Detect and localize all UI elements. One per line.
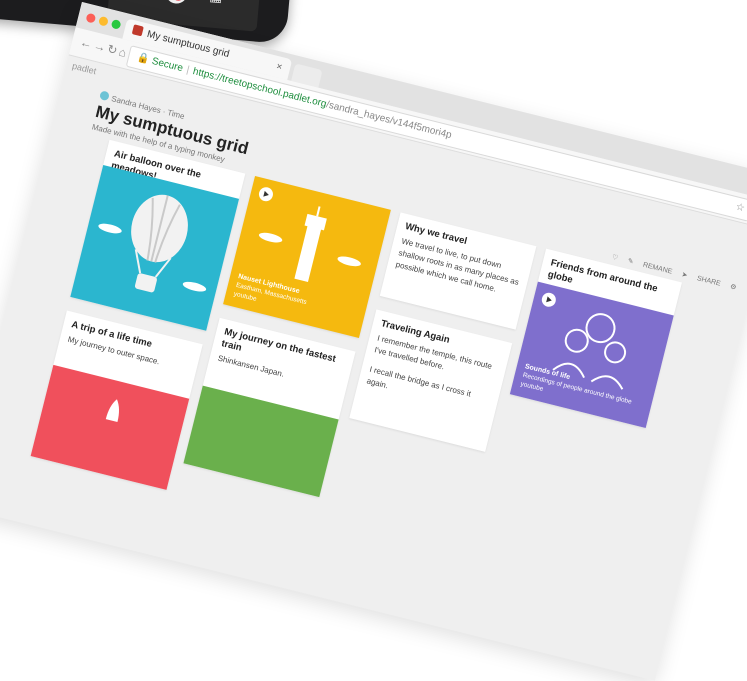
card-traveling-again[interactable]: Traveling Again I remember the temple, t… — [349, 309, 513, 452]
card-balloon[interactable]: Air balloon over the meadows! — [70, 139, 246, 331]
share-button[interactable]: ➤ SHARE — [681, 271, 721, 287]
gallery-icon[interactable]: ▦ — [209, 0, 224, 6]
card-why-we-travel[interactable]: Why we travel We travel to live, to put … — [379, 212, 537, 330]
forward-icon[interactable]: → — [92, 38, 107, 54]
card-lighthouse[interactable]: Nauset Lighthouse Eastham, Massachusetts… — [223, 176, 391, 338]
shutter-button[interactable] — [164, 0, 189, 5]
browser-window: My sumptuous grid × ← → ↻ ⌂ 🔒 Secure|htt… — [0, 2, 747, 681]
gear-icon[interactable]: ⚙ — [729, 283, 737, 291]
tab-close-icon[interactable]: × — [274, 56, 285, 78]
train-illustration — [183, 385, 339, 498]
rocket-illustration — [30, 364, 190, 490]
separator: | — [185, 64, 191, 76]
card-train[interactable]: My journey on the fastest train Shinkans… — [183, 317, 356, 498]
padlet-logo[interactable]: padlet — [71, 61, 97, 77]
rocket-icon — [105, 399, 120, 423]
minimize-window-dot[interactable] — [98, 15, 109, 27]
close-window-dot[interactable] — [85, 12, 97, 24]
secure-label: Secure — [150, 55, 185, 75]
bookmark-star-icon[interactable]: ☆ — [733, 198, 747, 220]
lock-icon: 🔒 — [135, 52, 151, 66]
avatar[interactable] — [99, 90, 110, 102]
home-icon[interactable]: ⌂ — [117, 45, 127, 60]
heart-icon[interactable]: ♡ — [611, 254, 619, 262]
padlet-favicon-icon — [131, 24, 144, 37]
share-label: SHARE — [696, 275, 722, 288]
card-friends[interactable]: Friends from around the globe Sounds of … — [509, 248, 682, 429]
back-icon[interactable]: ← — [79, 35, 94, 51]
card-trip[interactable]: A trip of a life time My journey to oute… — [30, 310, 203, 490]
maximize-window-dot[interactable] — [110, 18, 122, 30]
